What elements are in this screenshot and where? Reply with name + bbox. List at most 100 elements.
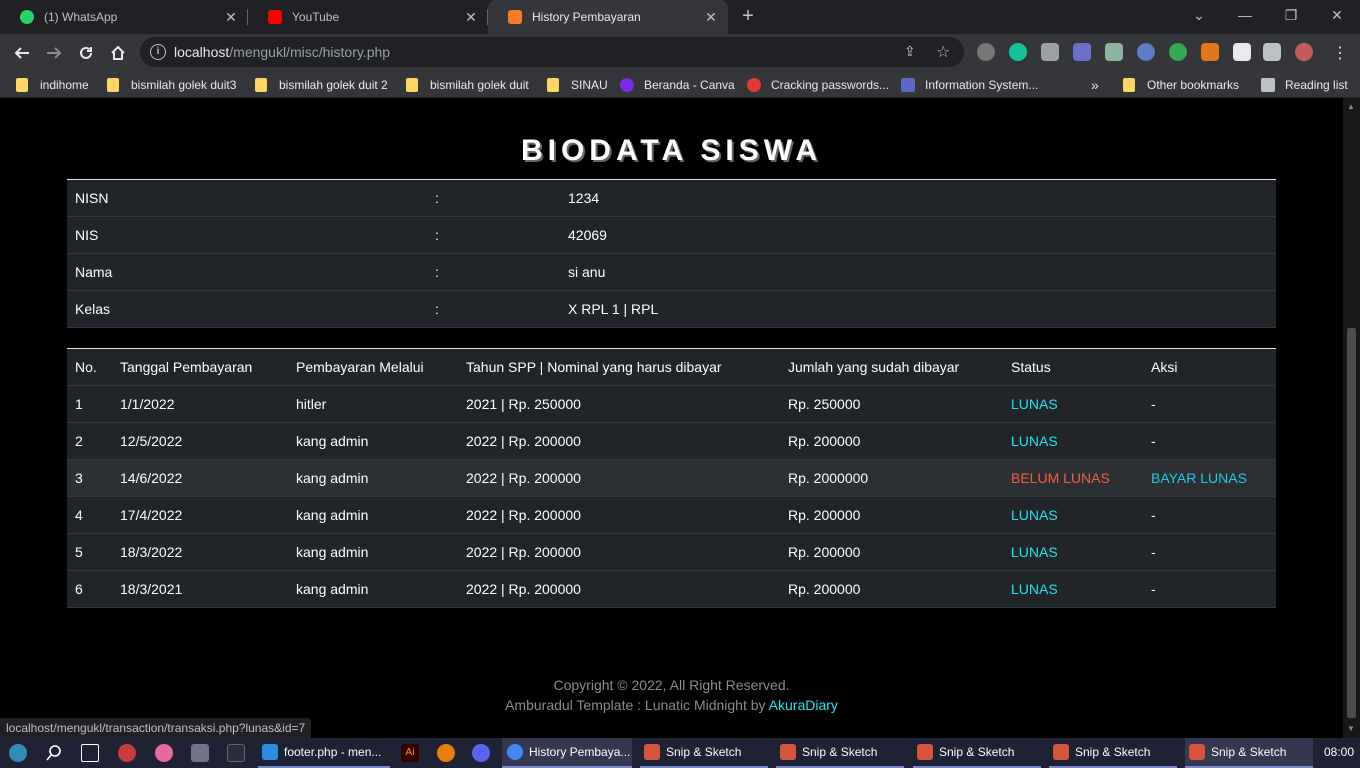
extension-pen-icon[interactable] <box>1073 43 1091 61</box>
address-bar[interactable]: i localhost/mengukl/misc/history.php ⇪ ☆ <box>140 37 964 67</box>
extension-spy-icon[interactable] <box>977 43 995 61</box>
restore-button[interactable]: ❐ <box>1268 0 1314 30</box>
tab-youtube[interactable]: YouTube ✕ <box>248 0 488 34</box>
scrollbar-thumb[interactable] <box>1347 328 1356 718</box>
blender-icon[interactable] <box>437 744 455 762</box>
share-icon[interactable]: ⇪ <box>904 43 916 60</box>
table-row: Nama: si anu <box>67 253 1276 291</box>
canva-icon <box>620 77 634 92</box>
illustrator-icon[interactable]: Ai <box>401 744 419 762</box>
taskbar-chrome[interactable]: History Pembaya... <box>502 738 632 768</box>
akuradiary-link[interactable]: AkuraDiary <box>769 697 838 713</box>
cell-date: 18/3/2021 <box>112 570 288 608</box>
bookmark-item[interactable]: indihome <box>16 76 89 93</box>
cell-action: - <box>1143 496 1276 534</box>
extensions-puzzle-icon[interactable] <box>1233 43 1251 61</box>
back-button[interactable] <box>9 40 35 66</box>
taskbar-snip-sketch[interactable]: Snip & Sketch <box>776 738 904 768</box>
folder-icon <box>1123 77 1135 92</box>
status-badge: LUNAS <box>1003 385 1143 423</box>
new-tab-button[interactable]: + <box>737 5 759 27</box>
app-terminal-icon[interactable] <box>227 744 245 762</box>
scroll-up-icon[interactable]: ▲ <box>1347 102 1355 111</box>
bookmark-item[interactable]: Information System... <box>901 76 1038 93</box>
bio-value: X RPL 1 | RPL <box>560 290 1276 328</box>
cell-via: kang admin <box>288 422 458 460</box>
reading-list[interactable]: Reading list <box>1261 76 1348 93</box>
taskbar-app-label: History Pembaya... <box>529 745 631 759</box>
tab-search-button[interactable]: ⌄ <box>1176 0 1222 30</box>
cell-date: 1/1/2022 <box>112 385 288 423</box>
app-cube-icon[interactable] <box>191 744 209 762</box>
reload-button[interactable] <box>73 40 99 66</box>
tab-history-pembayaran[interactable]: History Pembayaran ✕ <box>488 0 728 34</box>
extension-m-icon[interactable] <box>1169 43 1187 61</box>
table-row: 2 12/5/2022 kang admin 2022 | Rp. 200000… <box>67 422 1276 460</box>
cell-paid: Rp. 200000 <box>780 422 1003 460</box>
column-header: Tahun SPP | Nominal yang harus dibayar <box>458 348 780 386</box>
extension-puzzle-x-icon[interactable] <box>1105 43 1123 61</box>
bookmarks-overflow-button[interactable]: » <box>1091 76 1099 93</box>
bookmark-item[interactable]: Beranda - Canva <box>620 76 735 93</box>
taskbar-snip-sketch[interactable]: Snip & Sketch <box>913 738 1041 768</box>
extension-cursor-icon[interactable] <box>1137 43 1155 61</box>
close-window-button[interactable]: ✕ <box>1314 0 1360 30</box>
cell-via: hitler <box>288 385 458 423</box>
bookmark-item[interactable]: Cracking passwords... <box>747 76 889 93</box>
app-p-icon[interactable] <box>118 744 136 762</box>
cell-no: 3 <box>67 459 112 497</box>
tab-whatsapp[interactable]: (1) WhatsApp ✕ <box>0 0 248 34</box>
cell-no: 5 <box>67 533 112 571</box>
cell-action: - <box>1143 533 1276 571</box>
folder-icon <box>16 77 28 92</box>
close-tab-icon[interactable]: ✕ <box>460 9 482 26</box>
forward-button[interactable] <box>41 40 67 66</box>
cell-no: 1 <box>67 385 112 423</box>
template-credit: Amburadul Template : Lunatic Midnight by… <box>0 695 1343 715</box>
close-tab-icon[interactable]: ✕ <box>220 9 242 26</box>
snip-sketch-icon <box>917 744 933 760</box>
bookmark-label: Information System... <box>925 77 1039 92</box>
taskbar-snip-sketch[interactable]: Snip & Sketch <box>1049 738 1177 768</box>
metamask-fox-icon[interactable] <box>1201 43 1219 61</box>
status-badge: LUNAS <box>1003 533 1143 571</box>
bookmark-item[interactable]: SINAU <box>547 76 608 93</box>
bookmark-item[interactable]: bismilah golek duit3 <box>107 76 236 93</box>
bookmark-label: Other bookmarks <box>1147 77 1240 92</box>
cell-paid: Rp. 200000 <box>780 533 1003 571</box>
scroll-down-icon[interactable]: ▼ <box>1347 724 1355 733</box>
discord-icon[interactable] <box>472 744 490 762</box>
bookmark-item[interactable]: bismilah golek duit <box>406 76 529 93</box>
close-tab-icon[interactable]: ✕ <box>700 9 722 26</box>
url-text[interactable]: localhost/mengukl/misc/history.php <box>174 44 390 60</box>
back-arrow-icon <box>14 47 29 59</box>
app-pink-icon[interactable] <box>155 744 173 762</box>
grammarly-icon[interactable] <box>1009 43 1027 61</box>
column-header: Status <box>1003 348 1143 386</box>
taskbar-snip-sketch[interactable]: Snip & Sketch <box>1185 738 1313 768</box>
table-row: 6 18/3/2021 kang admin 2022 | Rp. 200000… <box>67 570 1276 608</box>
bio-label: Nama <box>67 253 427 291</box>
media-queue-icon[interactable] <box>1263 43 1281 61</box>
vertical-scrollbar[interactable]: ▲ ▼ <box>1343 98 1360 738</box>
cell-no: 2 <box>67 422 112 460</box>
system-clock[interactable]: 08:00 <box>1324 745 1354 759</box>
bayar-lunas-link[interactable]: BAYAR LUNAS <box>1143 459 1276 497</box>
site-info-icon[interactable]: i <box>150 44 166 60</box>
taskbar-vscode[interactable]: footer.php - men... <box>258 738 390 768</box>
minimize-button[interactable]: — <box>1222 0 1268 30</box>
cell-via: kang admin <box>288 533 458 571</box>
other-bookmarks[interactable]: Other bookmarks <box>1123 76 1239 93</box>
bookmark-star-icon[interactable]: ☆ <box>936 42 950 62</box>
extension-image-icon[interactable] <box>1041 43 1059 61</box>
start-icon[interactable] <box>9 744 27 762</box>
menu-kebab-icon[interactable]: ⋮ <box>1332 43 1348 63</box>
bookmark-item[interactable]: bismilah golek duit 2 <box>255 76 388 93</box>
profile-avatar[interactable] <box>1295 43 1313 61</box>
table-row: Kelas: X RPL 1 | RPL <box>67 290 1276 328</box>
bookmark-label: indihome <box>40 77 89 92</box>
taskbar-snip-sketch[interactable]: Snip & Sketch <box>640 738 768 768</box>
home-button[interactable] <box>105 40 131 66</box>
task-view-icon[interactable] <box>81 744 99 762</box>
search-icon[interactable] <box>45 744 63 762</box>
